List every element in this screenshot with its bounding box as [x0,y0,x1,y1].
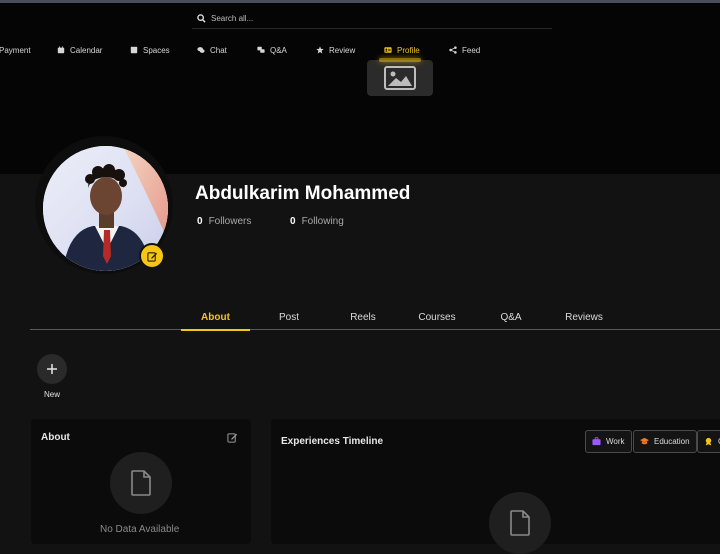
image-icon [384,66,416,90]
following-stat[interactable]: 0 Following [290,216,344,227]
edit-icon [146,251,157,262]
filter-label: Education [654,437,690,446]
new-button[interactable] [37,354,67,384]
no-data-text: No Data Available [100,524,180,535]
about-card: About No Data Available [31,419,251,544]
nav-item-payment[interactable]: Payment [0,42,31,58]
filter-label: Work [606,437,625,446]
nav-item-chat[interactable]: Chat [197,42,227,58]
tab-post[interactable]: Post [255,305,323,330]
calendar-icon [57,46,65,54]
tab-label: Q&A [500,312,522,323]
nav-item-label: Review [329,45,356,55]
empty-state-icon [110,452,172,514]
filter-work[interactable]: Work [585,430,632,453]
tab-label: Post [278,312,299,323]
followers-stat[interactable]: 0 Followers [197,216,251,227]
plus-icon [47,364,57,374]
share-icon [449,46,457,54]
tab-reviews[interactable]: Reviews [550,305,618,330]
experience-card-title: Experiences Timeline [281,436,384,447]
nav-item-label: Profile [397,45,420,55]
followers-label: Followers [208,216,252,227]
nav-item-label: Payment [0,45,31,55]
followers-count: 0 [197,216,203,227]
filter-certificate[interactable]: C [697,430,720,453]
profile-tabs: About Post Reels Courses Q&A Reviews [30,305,720,331]
nav-item-qa[interactable]: Q&A [257,42,287,58]
nav-item-label: Chat [210,45,227,55]
empty-state-icon [489,492,551,554]
certificate-icon [705,437,712,446]
filter-education[interactable]: Education [633,430,697,453]
edit-avatar-button[interactable] [139,243,165,269]
tab-about[interactable]: About [181,305,250,331]
tab-label: Reviews [565,312,603,323]
search-icon [197,14,206,23]
tab-label: Reels [350,312,376,323]
nav-item-label: Q&A [270,45,287,55]
tab-label: Courses [418,312,456,323]
about-card-title: About [41,432,70,443]
following-label: Following [301,216,344,227]
nav-item-label: Calendar [70,45,103,55]
main-nav: Payment Calendar Spaces Chat Q&A Review … [0,42,720,58]
graduation-cap-icon [640,437,649,445]
search-input[interactable] [211,14,511,23]
tab-label: About [201,311,230,323]
nav-item-review[interactable]: Review [316,42,355,58]
chat-icon [197,47,205,53]
change-cover-button[interactable] [367,58,433,96]
briefcase-icon [592,437,601,446]
new-label: New [43,390,60,399]
tab-courses[interactable]: Courses [403,305,471,330]
nav-item-profile[interactable]: Profile [384,42,420,58]
following-count: 0 [290,216,296,227]
file-icon [131,470,151,496]
nav-item-label: Spaces [143,45,170,55]
search-bar[interactable] [192,9,552,29]
star-icon [316,46,324,54]
qa-icon [257,46,265,53]
spaces-icon [130,46,138,54]
file-icon [510,510,530,536]
nav-item-label: Feed [462,45,481,55]
nav-item-spaces[interactable]: Spaces [130,42,170,58]
nav-item-calendar[interactable]: Calendar [57,42,102,58]
profile-name: Abdulkarim Mohammed [195,183,411,204]
nav-item-feed[interactable]: Feed [449,42,480,58]
id-card-icon [384,47,392,53]
edit-about-icon[interactable] [227,432,238,443]
tab-reels[interactable]: Reels [329,305,397,330]
tab-qa[interactable]: Q&A [477,305,545,330]
